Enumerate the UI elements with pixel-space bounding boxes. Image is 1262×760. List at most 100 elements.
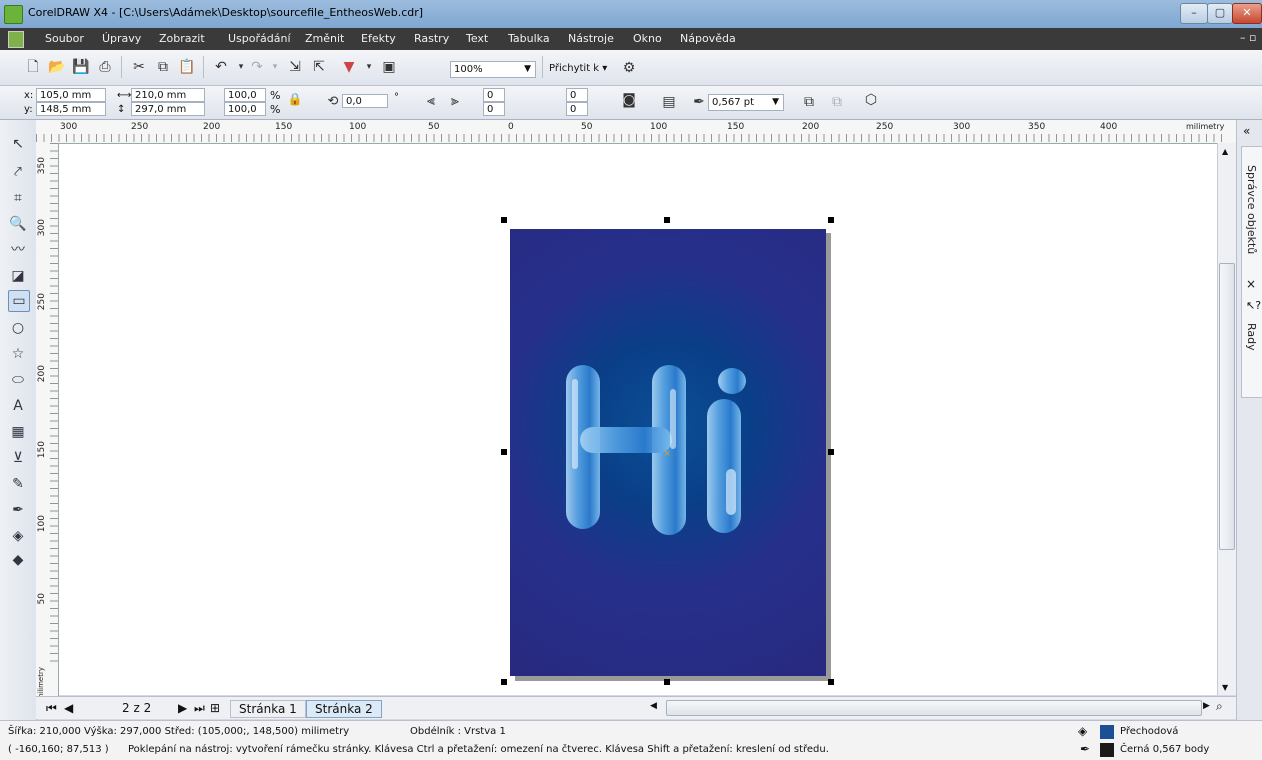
interactive-fill-tool-icon[interactable]: ◆: [8, 550, 28, 570]
menu-nastroje[interactable]: Nástroje: [568, 32, 614, 45]
paste-icon[interactable]: 📋: [178, 58, 196, 76]
redo-icon[interactable]: ↷: [248, 58, 266, 76]
selection-handle[interactable]: [828, 449, 834, 455]
selection-handle[interactable]: [501, 679, 507, 685]
pick-tool-icon[interactable]: ↖: [8, 134, 28, 154]
vertical-scroll-thumb[interactable]: [1219, 263, 1235, 550]
corner-bottom-right-field[interactable]: 0: [566, 102, 588, 116]
selection-handle[interactable]: [664, 217, 670, 223]
new-document-icon[interactable]: 🗋: [24, 58, 42, 76]
last-page-icon[interactable]: ⏭: [194, 700, 205, 716]
height-field[interactable]: 297,0 mm: [131, 102, 205, 116]
basic-shapes-tool-icon[interactable]: ⬭: [8, 370, 28, 390]
options-icon[interactable]: ⚙: [620, 59, 638, 77]
selection-handle[interactable]: [664, 679, 670, 685]
outline-color-swatch[interactable]: [1100, 743, 1114, 757]
horizontal-ruler[interactable]: 300 250 200 150 100 50 0 50 100 150 200 …: [36, 120, 1236, 144]
freehand-tool-icon[interactable]: 〰: [8, 240, 28, 260]
selected-rectangle-page[interactable]: Hi ×: [510, 229, 826, 676]
next-page-icon[interactable]: ▶: [178, 700, 187, 716]
table-tool-icon[interactable]: ▦: [8, 422, 28, 442]
corner-top-left-field[interactable]: 0: [483, 88, 505, 102]
vertical-ruler[interactable]: 350 300 250 200 150 100 50 milimetry: [36, 143, 59, 701]
corner-bottom-left-field[interactable]: 0: [483, 102, 505, 116]
zoom-level-select[interactable]: 100% ▼: [450, 61, 536, 78]
menu-zmenit[interactable]: Změnit: [305, 32, 344, 45]
selection-handle[interactable]: [501, 217, 507, 223]
fill-tool-icon[interactable]: ◈: [8, 526, 28, 546]
coreldraw-app-icon[interactable]: [4, 5, 23, 24]
scroll-left-icon[interactable]: ◀: [650, 701, 657, 711]
redo-dropdown-icon[interactable]: ▾: [266, 58, 284, 76]
collapse-docker-icon[interactable]: «: [1243, 124, 1250, 138]
minimize-button[interactable]: –: [1180, 3, 1208, 24]
menu-zobrazit[interactable]: Zobrazit: [159, 32, 205, 45]
launcher-dropdown-icon[interactable]: ▾: [360, 58, 378, 76]
eyedropper-tool-icon[interactable]: ✎: [8, 474, 28, 494]
restore-doc-icon[interactable]: – ▫: [1240, 31, 1256, 44]
menu-tabulka[interactable]: Tabulka: [508, 32, 550, 45]
page-tab-1[interactable]: Stránka 1: [230, 700, 306, 718]
close-docker-icon[interactable]: ×: [1246, 277, 1256, 291]
undo-icon[interactable]: ↶: [212, 58, 230, 76]
import-icon[interactable]: ⇲: [286, 58, 304, 76]
corner-top-right-field[interactable]: 0: [566, 88, 588, 102]
scale-x-field[interactable]: 100,0: [224, 88, 266, 102]
mirror-vertical-icon[interactable]: ⫸: [446, 92, 464, 110]
open-folder-icon[interactable]: 📂: [48, 58, 66, 76]
menu-rastry[interactable]: Rastry: [414, 32, 449, 45]
rotation-field[interactable]: 0,0: [342, 94, 388, 108]
menu-upravy[interactable]: Úpravy: [102, 32, 141, 45]
menu-usporadani[interactable]: Uspořádání: [228, 32, 291, 45]
rectangle-tool-icon[interactable]: ▭: [8, 290, 30, 312]
wrap-text-icon[interactable]: ▤: [660, 93, 678, 111]
scroll-down-icon[interactable]: ▼: [1222, 683, 1228, 692]
maximize-button[interactable]: ▢: [1207, 3, 1233, 24]
save-icon[interactable]: 💾: [72, 58, 90, 76]
shape-tool-icon[interactable]: ⤤: [8, 162, 28, 182]
copy-icon[interactable]: ⧉: [154, 58, 172, 76]
outline-tool-icon[interactable]: ✒: [8, 500, 28, 520]
horizontal-scroll-thumb[interactable]: [666, 700, 1202, 716]
close-button[interactable]: ✕: [1232, 3, 1262, 24]
selection-handle[interactable]: [501, 449, 507, 455]
crop-tool-icon[interactable]: ⌗: [8, 188, 28, 208]
x-position-field[interactable]: 105,0 mm: [36, 88, 106, 102]
menu-text[interactable]: Text: [466, 32, 488, 45]
menu-efekty[interactable]: Efekty: [361, 32, 396, 45]
ellipse-tool-icon[interactable]: ○: [8, 318, 28, 338]
document-icon[interactable]: [8, 31, 24, 48]
first-page-icon[interactable]: ⏮: [46, 700, 57, 716]
menu-napoveda[interactable]: Nápověda: [680, 32, 736, 45]
application-launcher-icon[interactable]: ▼: [340, 58, 358, 76]
smart-fill-tool-icon[interactable]: ◪: [8, 266, 28, 286]
mirror-horizontal-icon[interactable]: ⫷: [422, 92, 440, 110]
selection-handle[interactable]: [828, 679, 834, 685]
menu-okno[interactable]: Okno: [633, 32, 662, 45]
snap-to-dropdown[interactable]: Přichytit k ▾: [549, 63, 607, 74]
selection-handle[interactable]: [828, 217, 834, 223]
scale-y-field[interactable]: 100,0: [224, 102, 266, 116]
to-back-icon[interactable]: ⧉: [828, 93, 846, 111]
scroll-right-icon[interactable]: ▶: [1203, 701, 1210, 711]
scroll-up-icon[interactable]: ▲: [1222, 147, 1228, 156]
parallel-dimension-tool-icon[interactable]: ⊻: [8, 448, 28, 468]
add-page-icon[interactable]: ⊞: [210, 700, 220, 716]
to-front-icon[interactable]: ⧉: [800, 93, 818, 111]
convert-to-curves-icon[interactable]: ⬡: [862, 91, 880, 109]
previous-page-icon[interactable]: ◀: [64, 700, 73, 716]
menu-soubor[interactable]: Soubor: [45, 32, 84, 45]
polygon-tool-icon[interactable]: ☆: [8, 344, 28, 364]
text-tool-icon[interactable]: A: [8, 396, 28, 416]
print-icon[interactable]: ⎙: [96, 58, 114, 76]
fill-color-swatch[interactable]: [1100, 725, 1114, 739]
cut-icon[interactable]: ✂: [130, 58, 148, 76]
welcome-screen-icon[interactable]: ▣: [380, 58, 398, 76]
page-tab-2[interactable]: Stránka 2: [306, 700, 382, 718]
round-corners-lock-icon[interactable]: ◙: [620, 91, 638, 109]
lock-ratio-icon[interactable]: 🔒: [286, 90, 304, 108]
width-field[interactable]: 210,0 mm: [131, 88, 205, 102]
outline-width-select[interactable]: 0,567 pt ▼: [708, 94, 784, 111]
export-icon[interactable]: ⇱: [310, 58, 328, 76]
y-position-field[interactable]: 148,5 mm: [36, 102, 106, 116]
